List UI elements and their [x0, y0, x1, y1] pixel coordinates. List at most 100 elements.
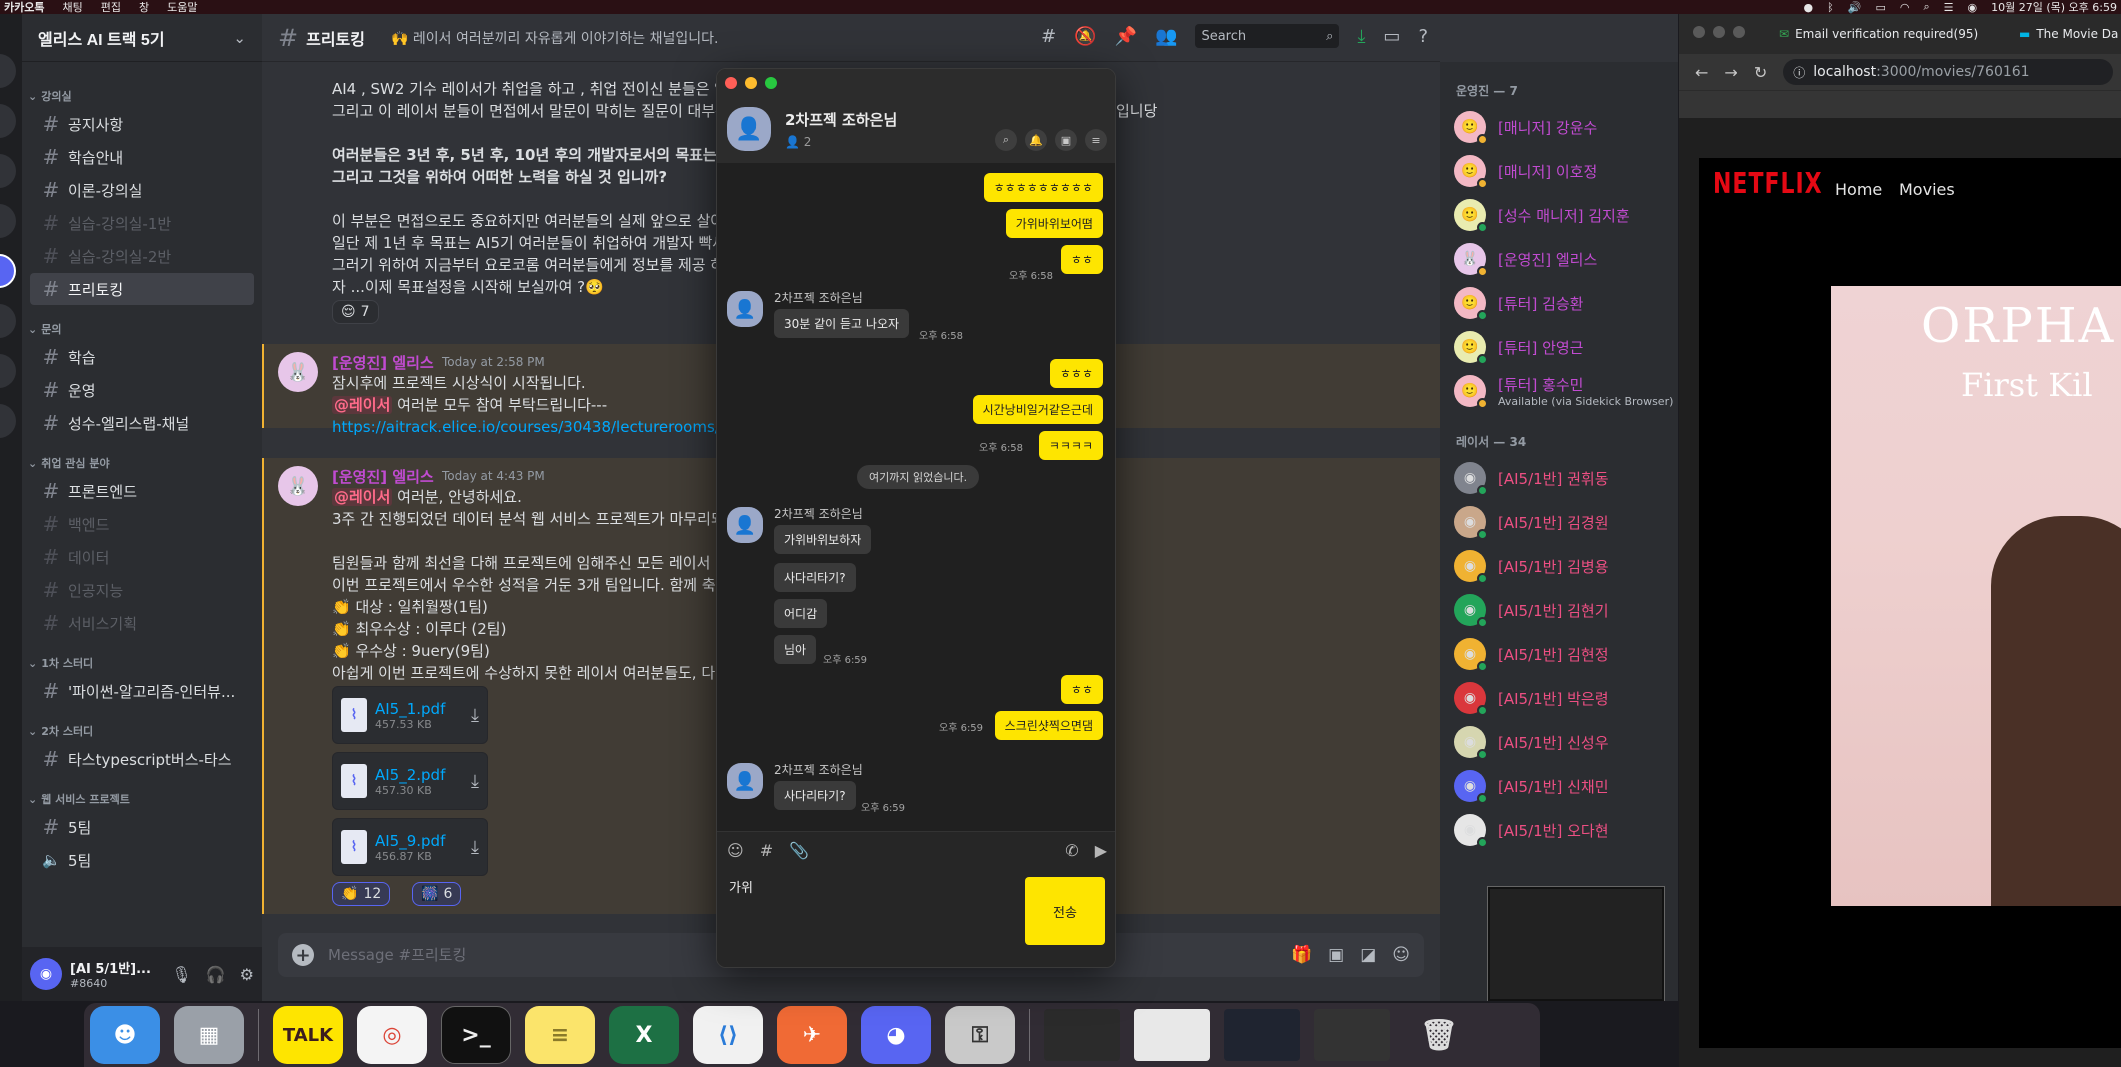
channel-ts[interactable]: # 타스typescript버스-타스 [30, 743, 254, 775]
member-item[interactable]: ◉ [AI5/1반] 신채민 [1440, 764, 1678, 808]
download-icon[interactable]: ⤓ [1357, 26, 1365, 47]
my-message-bubble[interactable]: 스크린샷찍으면댐 [994, 711, 1103, 740]
server-icon[interactable] [0, 104, 16, 138]
send-button[interactable]: 전송 [1025, 877, 1105, 945]
phone-icon[interactable]: ✆ [1065, 841, 1078, 860]
channel-theory[interactable]: # 이론-강의실 [30, 174, 254, 206]
movie-poster[interactable]: ORPHA First Kil [1831, 286, 2121, 906]
sharp-search-icon[interactable]: # [760, 841, 773, 860]
back-icon[interactable]: ← [1695, 63, 1708, 82]
maximize-icon[interactable] [1733, 26, 1745, 38]
excel-icon[interactable]: X [609, 1006, 679, 1064]
channel-service[interactable]: # 서비스기획 [30, 607, 254, 639]
menubar-menu-help[interactable]: 도움말 [167, 0, 197, 15]
bluetooth-icon[interactable]: ᛒ [1827, 1, 1834, 14]
channel-data[interactable]: # 데이터 [30, 541, 254, 573]
category-questions[interactable]: ⌄ 문의 [28, 321, 262, 337]
file-attachment[interactable]: ⌇ AI5_1.pdf 457.53 KB ⤓ [332, 686, 488, 744]
sticker-icon[interactable]: ◪ [1360, 945, 1376, 965]
emoji-icon[interactable]: ☺ [1392, 945, 1410, 965]
minimized-window-thumbnail[interactable] [1224, 1009, 1300, 1061]
member-item[interactable]: 🙂 [매니저] 이호정 [1440, 149, 1678, 193]
battery-icon[interactable]: ▭ [1875, 1, 1885, 14]
kakao-message-input[interactable] [729, 879, 1009, 894]
reaction-button[interactable]: 😌 7 [332, 300, 379, 324]
paperclip-icon[interactable]: 📎 [789, 841, 809, 860]
nav-home[interactable]: Home [1835, 180, 1882, 199]
menubar-menu-chat[interactable]: 채팅 [62, 0, 82, 15]
file-attachment[interactable]: ⌇ AI5_2.pdf 457.30 KB ⤓ [332, 752, 488, 810]
member-item[interactable]: ◉ [AI5/1반] 김병용 [1440, 544, 1678, 588]
channel-elice-lab[interactable]: # 성수-엘리스랩-채널 [30, 407, 254, 439]
other-message-bubble[interactable]: 가위바위보하자 [774, 525, 872, 554]
siri-icon[interactable]: ◉ [1968, 1, 1978, 14]
download-icon[interactable]: ⤓ [471, 705, 479, 726]
member-item[interactable]: ◉ [AI5/1반] 권휘동 [1440, 456, 1678, 500]
search-icon[interactable]: ⌕ [1923, 0, 1929, 14]
category-study1[interactable]: ⌄ 1차 스터디 [28, 655, 262, 671]
file-name[interactable]: AI5_2.pdf [375, 766, 445, 784]
channel-topic[interactable]: 🙌 레이서 여러분끼리 자유롭게 이야기하는 채널입니다. [391, 28, 719, 48]
category-jobs[interactable]: ⌄ 취업 관심 분야 [28, 455, 262, 471]
file-name[interactable]: AI5_1.pdf [375, 700, 445, 718]
avatar[interactable]: 👤 [727, 507, 763, 543]
menubar-menu-window[interactable]: 창 [139, 0, 149, 15]
gif-icon[interactable]: ▣ [1328, 945, 1344, 965]
avatar[interactable]: 🐰 [278, 352, 318, 392]
screenshot-thumbnail[interactable] [1487, 886, 1665, 1001]
wifi-icon[interactable]: ◠ [1900, 1, 1910, 14]
message-link[interactable]: https://aitrack.elice.io/courses/30438/l… [332, 418, 748, 436]
menubar-clock[interactable]: 10월 27일 (목) 오후 6:59 [1991, 0, 2117, 15]
member-item[interactable]: 🙂 [튜터] 김승환 [1440, 281, 1678, 325]
notes-icon[interactable]: ≡ [525, 1006, 595, 1064]
add-attachment-button[interactable]: + [292, 944, 314, 966]
members-icon[interactable]: 👥 [1155, 26, 1177, 47]
tab-movie-db[interactable]: ▬ The Movie Da [2019, 20, 2118, 48]
avatar[interactable]: 👤 [727, 763, 763, 799]
other-message-bubble[interactable]: 어디감 [774, 599, 828, 628]
channel-frontend[interactable]: # 프론트엔드 [30, 475, 254, 507]
download-icon[interactable]: ⤓ [471, 837, 479, 858]
search-icon[interactable]: ⌕ [995, 129, 1017, 151]
pin-icon[interactable]: 📌 [1115, 26, 1137, 47]
channel-freetalk[interactable]: # 프리토킹 [30, 273, 254, 305]
record-icon[interactable]: ● [1804, 1, 1814, 14]
member-item[interactable]: ◉ [AI5/1반] 오다현 [1440, 808, 1678, 852]
other-message-bubble[interactable]: 사다리타기? [774, 781, 856, 810]
member-item[interactable]: ◉ [AI5/1반] 김현정 [1440, 632, 1678, 676]
gear-icon[interactable]: ⚙ [240, 965, 254, 984]
trash-icon[interactable]: 🗑 [1404, 1006, 1474, 1064]
vscode-icon[interactable]: ⟨⟩ [693, 1006, 763, 1064]
channel-lab1[interactable]: # 실습-강의실-1반 [30, 207, 254, 239]
member-item[interactable]: 🐰 [운영진] 엘리스 [1440, 237, 1678, 281]
forward-icon[interactable]: → [1724, 63, 1737, 82]
server-icon-active[interactable] [0, 254, 16, 288]
maximize-icon[interactable] [765, 77, 777, 89]
keychain-icon[interactable]: ⚿ [945, 1006, 1015, 1064]
my-message-bubble[interactable]: ㅎㅎ [1060, 675, 1103, 704]
member-item[interactable]: ◉ [AI5/1반] 박은령 [1440, 676, 1678, 720]
other-message-bubble[interactable]: 님아 [774, 635, 817, 664]
server-icon[interactable] [0, 304, 16, 338]
discord-icon[interactable]: ◕ [861, 1006, 931, 1064]
file-attachment[interactable]: ⌇ AI5_9.pdf 456.87 KB ⤓ [332, 818, 488, 876]
my-message-bubble[interactable]: 시간낭비일거같은근데 [972, 395, 1103, 424]
server-header[interactable]: 엘리스 AI 트랙 5기 ⌄ [22, 14, 262, 62]
headphones-icon[interactable]: 🎧 [206, 965, 226, 984]
other-message-bubble[interactable]: 30분 같이 듣고 나오자 [774, 309, 910, 338]
channel-notice[interactable]: # 공지사항 [30, 108, 254, 140]
mention[interactable]: @레이서 [332, 396, 393, 414]
message-author[interactable]: [운영진] 엘리스 [332, 352, 434, 373]
drawer-icon[interactable]: ▣ [1055, 129, 1077, 151]
category-web[interactable]: ⌄ 웹 서비스 프로젝트 [28, 791, 262, 807]
reaction-button[interactable]: 👏 12 [332, 882, 391, 906]
nav-movies[interactable]: Movies [1899, 180, 1955, 199]
menubar-menu-edit[interactable]: 편집 [101, 0, 121, 15]
mention[interactable]: @레이서 [332, 488, 393, 506]
channel-ops[interactable]: # 운영 [30, 374, 254, 406]
microphone-icon[interactable]: 🎙 [171, 965, 191, 984]
channel-lab2[interactable]: # 실습-강의실-2반 [30, 240, 254, 272]
tab-email-verification[interactable]: ✉ Email verification required(95) [1779, 20, 1978, 48]
member-item[interactable]: 🙂 [튜터] 홍수민 Available (via Sidekick Browser… [1440, 369, 1678, 413]
volume-icon[interactable]: 🔊 [1848, 1, 1862, 14]
